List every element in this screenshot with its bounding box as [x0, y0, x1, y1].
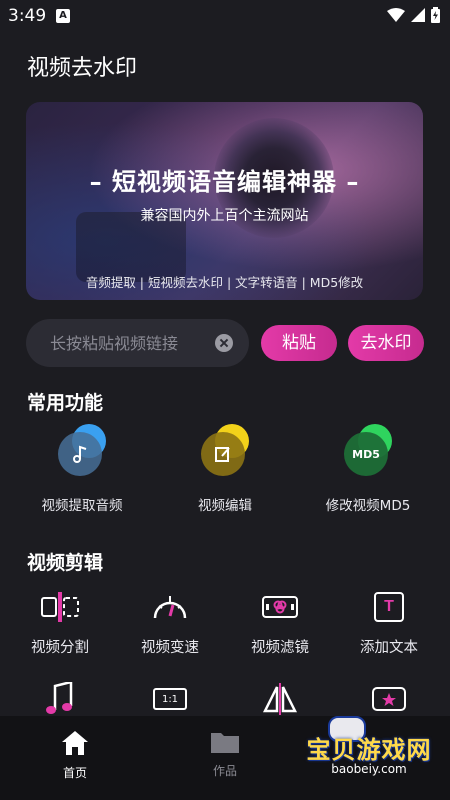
- nav-home[interactable]: 首页: [35, 730, 115, 781]
- tool-mirror[interactable]: [230, 682, 330, 716]
- sticker-icon: [369, 682, 409, 716]
- status-icons: [387, 7, 440, 23]
- status-time: 3:49: [8, 6, 47, 26]
- tool-sticker[interactable]: [339, 682, 439, 716]
- banner-subtitle: 兼容国内外上百个主流网站: [140, 208, 309, 224]
- battery-icon: [431, 7, 440, 23]
- feature-video-edit[interactable]: 视频编辑: [155, 424, 295, 514]
- nav-works[interactable]: 作品: [185, 730, 265, 779]
- feature-label: 视频提取音频: [41, 498, 123, 514]
- page-title: 视频去水印: [27, 56, 138, 81]
- tool-label: 视频变速: [141, 640, 199, 656]
- site-watermark: 宝贝游戏网 baobeiy.com: [294, 716, 444, 790]
- section-title-common: 常用功能: [27, 392, 104, 414]
- music-note-icon: [58, 424, 106, 478]
- feature-label: 视频编辑: [198, 498, 252, 514]
- tool-video-speed[interactable]: 视频变速: [120, 590, 220, 657]
- section-title-editing: 视频剪辑: [27, 552, 104, 574]
- watermark-url: baobeiy.com: [331, 762, 407, 776]
- text-icon: T: [369, 590, 409, 624]
- tool-label: 视频滤镜: [251, 640, 309, 656]
- banner-tags: 音频提取 | 短视频去水印 | 文字转语音 | MD5修改: [85, 275, 364, 290]
- feature-modify-md5[interactable]: MD5 修改视频MD5: [298, 424, 438, 514]
- wifi-icon: [387, 8, 405, 22]
- promo-banner[interactable]: – 短视频语音编辑神器 – 兼容国内外上百个主流网站 音频提取 | 短视频去水印…: [26, 102, 423, 300]
- signal-icon: [411, 8, 425, 22]
- tool-aspect-ratio[interactable]: 1:1: [120, 682, 220, 716]
- nav-label: 作品: [212, 764, 237, 778]
- notification-icon: A: [56, 9, 70, 23]
- tool-music[interactable]: [10, 682, 110, 716]
- nav-label: 首页: [62, 766, 87, 780]
- home-icon: [62, 731, 88, 755]
- speed-gauge-icon: [150, 590, 190, 624]
- feature-extract-audio[interactable]: 视频提取音频: [12, 424, 152, 514]
- tool-add-text[interactable]: T 添加文本: [339, 590, 439, 657]
- tool-label: 视频分割: [31, 640, 89, 656]
- split-icon: [40, 590, 80, 624]
- ratio-icon: 1:1: [150, 682, 190, 716]
- banner-title: – 短视频语音编辑神器 –: [89, 168, 360, 196]
- remove-watermark-button[interactable]: 去水印: [348, 325, 424, 361]
- tool-video-filter[interactable]: 视频滤镜: [230, 590, 330, 657]
- clear-icon[interactable]: [215, 334, 233, 352]
- feature-label: 修改视频MD5: [325, 498, 411, 514]
- tool-label: 添加文本: [360, 640, 418, 656]
- md5-icon: MD5: [344, 424, 392, 478]
- tool-video-split[interactable]: 视频分割: [10, 590, 110, 657]
- watermark-text: 宝贝游戏网: [306, 736, 432, 764]
- status-bar: 3:49 A: [0, 0, 450, 32]
- edit-icon: [201, 424, 249, 478]
- paste-button[interactable]: 粘贴: [261, 325, 337, 361]
- mirror-icon: [260, 682, 300, 716]
- filter-icon: [260, 590, 300, 624]
- folder-icon: [211, 733, 239, 753]
- music-icon: [40, 682, 80, 716]
